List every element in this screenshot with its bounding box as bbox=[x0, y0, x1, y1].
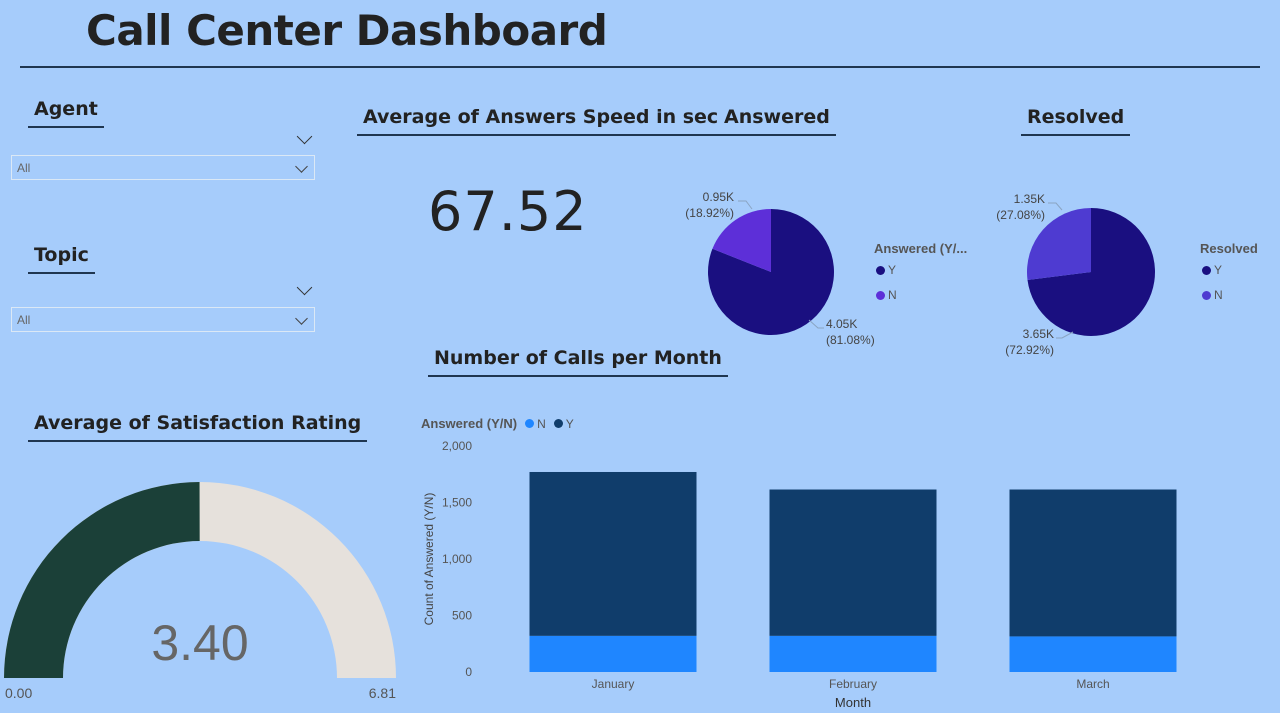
legend-n-label: N bbox=[537, 416, 546, 431]
pie-percent-label: (72.92%) bbox=[1005, 343, 1054, 357]
answered-legend-y[interactable]: Y bbox=[876, 263, 896, 277]
resolved-legend-y[interactable]: Y bbox=[1202, 263, 1222, 277]
pie-data-label: 0.95K bbox=[703, 190, 734, 204]
calls-legend-n[interactable]: N bbox=[525, 417, 546, 431]
calls-card-title: Number of Calls per Month bbox=[428, 347, 728, 377]
agent-slicer-title: Agent bbox=[28, 98, 104, 128]
speed-card-title: Average of Answers Speed in sec bbox=[357, 106, 725, 136]
topic-slicer-title: Topic bbox=[28, 244, 95, 274]
calls-legend: Answered (Y/N) N Y bbox=[421, 416, 574, 431]
resolved-card-title: Resolved bbox=[1021, 106, 1131, 136]
legend-y-dot bbox=[553, 419, 563, 428]
pie-percent-label: (27.08%) bbox=[996, 208, 1045, 222]
legend-n-label: N bbox=[1214, 288, 1223, 302]
x-tick-label: February bbox=[829, 677, 877, 691]
resolved-legend-n[interactable]: N bbox=[1202, 288, 1223, 302]
pie-data-label: 3.65K bbox=[1023, 327, 1054, 341]
bar-n-march[interactable] bbox=[1009, 636, 1177, 672]
legend-n-dot bbox=[525, 419, 535, 428]
legend-n-label: N bbox=[888, 288, 897, 302]
y-tick-label: 1,500 bbox=[442, 496, 472, 510]
answered-legend-title: Answered (Y/... bbox=[874, 241, 968, 256]
legend-y-dot bbox=[876, 265, 885, 275]
gauge-value-label: 3.40 bbox=[151, 615, 248, 671]
calls-legend-title: Answered (Y/N) bbox=[421, 416, 518, 431]
satisfaction-card-title: Average of Satisfaction Rating bbox=[28, 412, 368, 442]
y-axis-title: Count of Answered (Y/N) bbox=[422, 493, 436, 626]
legend-n-dot bbox=[1202, 290, 1211, 300]
speed-kpi-value: 67.52 bbox=[428, 180, 588, 243]
leader-line bbox=[738, 200, 753, 210]
chevron-down-icon bbox=[295, 160, 308, 173]
resolved-pie-chart: 3.65K (72.92%) 1.35K (27.08%) bbox=[996, 192, 1155, 357]
gauge-max-label: 6.81 bbox=[369, 685, 396, 701]
bar-y-february[interactable] bbox=[769, 489, 937, 636]
pie-data-label: 1.35K bbox=[1014, 192, 1045, 206]
topic-collapse-chevron-icon[interactable] bbox=[296, 279, 313, 296]
x-axis-title: Month bbox=[835, 695, 871, 710]
pie-percent-label: (18.92%) bbox=[685, 206, 734, 220]
chevron-down-icon bbox=[295, 312, 308, 325]
leader-line bbox=[1048, 202, 1063, 211]
legend-y-label: Y bbox=[1214, 263, 1223, 277]
answered-card-title: Answered bbox=[718, 106, 836, 136]
legend-y-label: Y bbox=[888, 263, 897, 277]
legend-n-dot bbox=[876, 290, 885, 300]
pie-percent-label: (81.08%) bbox=[826, 333, 875, 347]
answered-pie-chart: 4.05K (81.08%) 0.95K (18.92%) bbox=[685, 190, 875, 347]
bar-y-january[interactable] bbox=[529, 471, 697, 636]
agent-collapse-chevron-icon[interactable] bbox=[296, 128, 313, 145]
topic-dropdown-value: All bbox=[17, 313, 31, 327]
satisfaction-gauge: 3.40 0.00 6.81 bbox=[4, 482, 396, 701]
topic-dropdown[interactable]: All bbox=[11, 307, 315, 332]
gauge-min-label: 0.00 bbox=[5, 685, 32, 701]
x-tick-label: March bbox=[1076, 677, 1109, 691]
y-tick-label: 500 bbox=[452, 609, 472, 623]
x-tick-label: January bbox=[592, 677, 635, 691]
resolved-legend-title: Resolved bbox=[1200, 241, 1258, 256]
calls-legend-y[interactable]: Y bbox=[553, 416, 574, 431]
y-tick-label: 0 bbox=[465, 665, 472, 679]
leader-line bbox=[808, 319, 824, 329]
legend-y-label: Y bbox=[565, 416, 574, 431]
bar-y-march[interactable] bbox=[1009, 489, 1177, 637]
agent-dropdown-value: All bbox=[17, 161, 31, 175]
bar-n-january[interactable] bbox=[529, 635, 697, 672]
answered-legend-n[interactable]: N bbox=[876, 288, 897, 302]
y-tick-label: 2,000 bbox=[442, 439, 472, 453]
legend-y-dot bbox=[1202, 265, 1211, 275]
leader-line bbox=[1056, 331, 1074, 339]
bar-n-february[interactable] bbox=[769, 635, 937, 672]
calls-bar-chart: 0 500 1,000 1,500 2,000 Count of Answered (Y/… bbox=[422, 439, 1177, 710]
y-tick-label: 1,000 bbox=[442, 552, 472, 566]
page-title: Call Center Dashboard bbox=[86, 6, 608, 55]
pie-data-label: 4.05K bbox=[826, 317, 857, 331]
title-divider bbox=[20, 66, 1260, 68]
agent-dropdown[interactable]: All bbox=[11, 155, 315, 180]
